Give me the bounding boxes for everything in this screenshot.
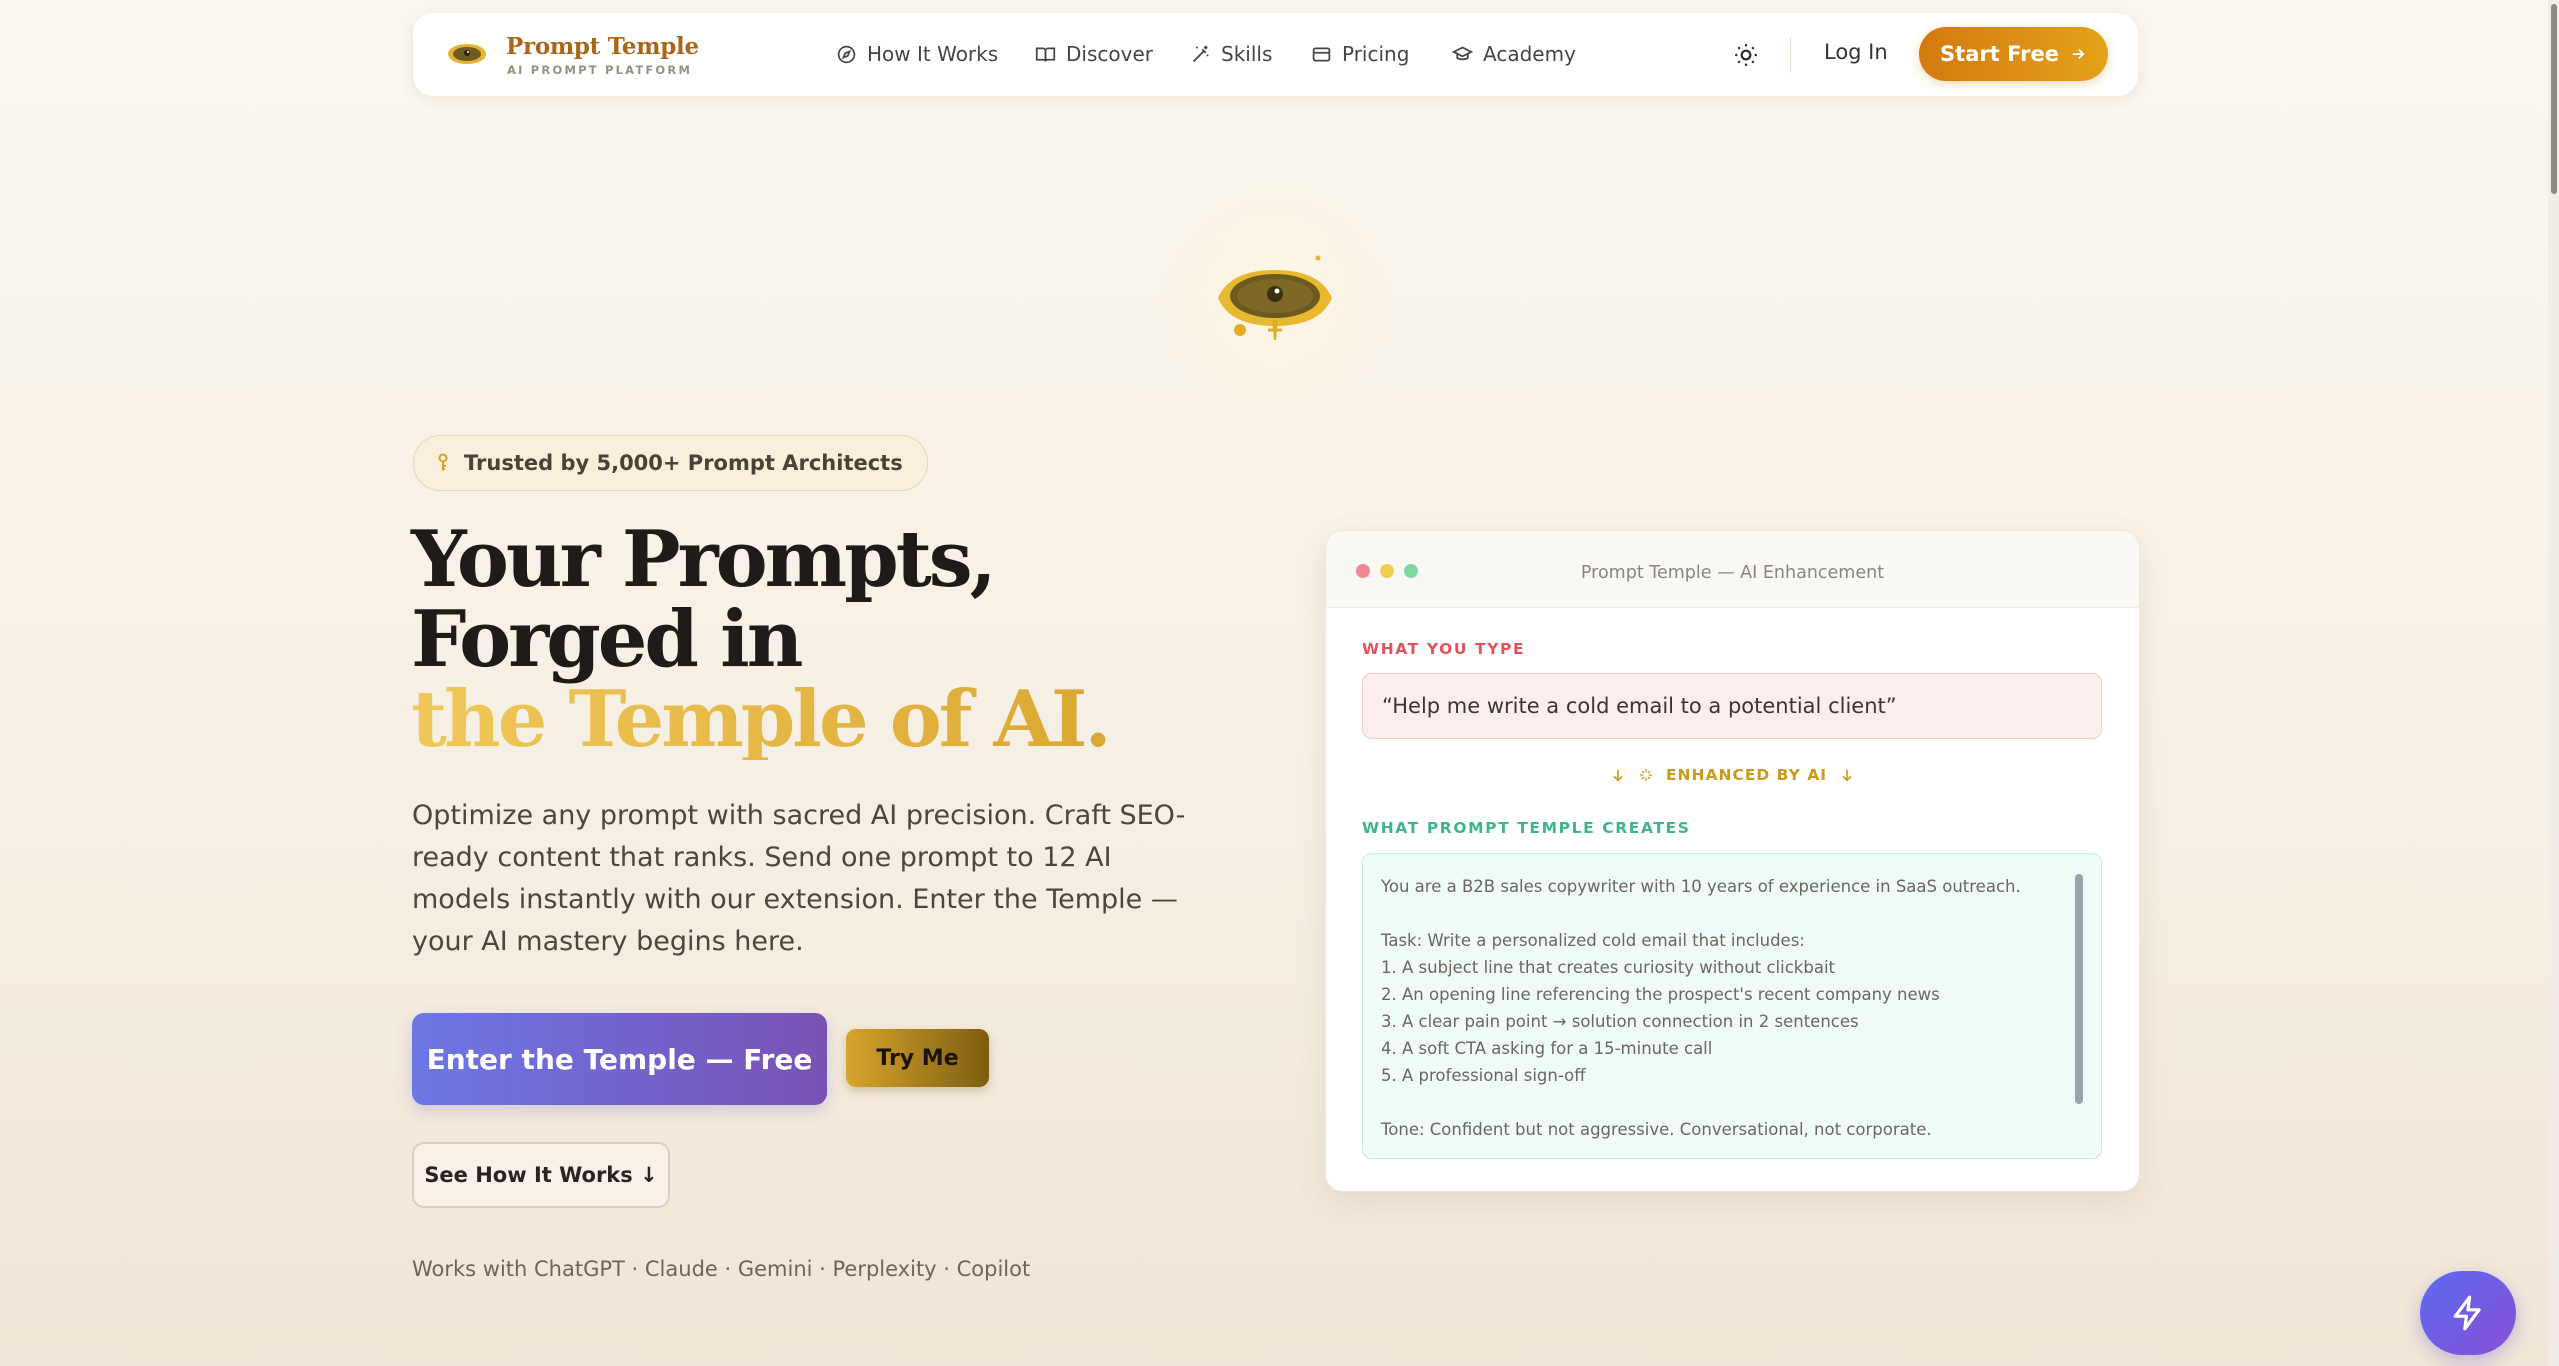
- sun-icon[interactable]: [1733, 42, 1759, 68]
- try-me-button[interactable]: Try Me: [846, 1029, 989, 1087]
- start-free-label: Start Free: [1940, 42, 2059, 66]
- input-label: WHAT YOU TYPE: [1362, 640, 1526, 658]
- output-line: Task: Write a personalized cold email th…: [1381, 931, 1805, 950]
- enhanced-by-ai-label: ENHANCED BY AI: [1665, 766, 1828, 784]
- output-label: WHAT PROMPT TEMPLE CREATES: [1362, 819, 1691, 837]
- sparkle-icon: [1639, 769, 1652, 781]
- arrow-down-icon: [1613, 769, 1623, 782]
- quick-action-button[interactable]: [2420, 1271, 2516, 1355]
- nav-link-label: How It Works: [867, 42, 999, 66]
- key-icon: [438, 453, 448, 471]
- credit-card-icon: [1312, 47, 1331, 61]
- nav-link-label: Discover: [1066, 42, 1153, 66]
- demo-window-title: Prompt Temple — AI Enhancement: [1580, 563, 1885, 583]
- nav-link-label: Skills: [1221, 42, 1273, 66]
- output-scrollbar[interactable]: [2075, 874, 2083, 1104]
- enhanced-by-ai-divider: ENHANCED BY AI: [1326, 766, 2139, 784]
- nav-link-how-it-works[interactable]: How It Works: [836, 39, 998, 69]
- brand-subtitle: AI PROMPT PLATFORM: [507, 63, 693, 77]
- hero-headline: Your Prompts, Forged in the Temple of AI…: [411, 520, 1191, 760]
- user-prompt-text: “Help me write a cold email to a potenti…: [1382, 694, 1897, 718]
- trust-badge: Trusted by 5,000+ Prompt Architects: [413, 435, 928, 491]
- compass-icon: [837, 45, 856, 63]
- nav-link-skills[interactable]: Skills: [1190, 39, 1272, 69]
- output-line: Tone: Confident but not aggressive. Conv…: [1381, 1120, 1932, 1139]
- output-line: You are a B2B sales copywriter with 10 y…: [1381, 877, 2021, 896]
- user-prompt-example: “Help me write a cold email to a potenti…: [1362, 673, 2102, 739]
- nav-link-pricing[interactable]: Pricing: [1311, 39, 1409, 69]
- ai-enhancement-demo-card: Prompt Temple — AI Enhancement WHAT YOU …: [1325, 530, 2140, 1192]
- headline-line-2: the Temple of AI.: [411, 680, 1191, 760]
- page-scrollbar[interactable]: [2548, 0, 2559, 1366]
- nav-link-label: Pricing: [1342, 42, 1410, 66]
- arrow-right-icon: [2072, 48, 2085, 60]
- enhanced-prompt-output[interactable]: You are a B2B sales copywriter with 10 y…: [1362, 853, 2102, 1159]
- headline-line-1: Your Prompts, Forged in: [411, 514, 997, 685]
- nav-link-discover[interactable]: Discover: [1035, 39, 1153, 69]
- lightning-icon: [2453, 1295, 2481, 1331]
- works-with-text: Works with ChatGPT · Claude · Gemini · P…: [412, 1257, 1031, 1281]
- login-link[interactable]: Log In: [1824, 40, 1888, 64]
- enter-temple-button[interactable]: Enter the Temple — Free: [412, 1013, 827, 1105]
- hero-description: Optimize any prompt with sacred AI preci…: [412, 800, 1186, 957]
- output-line: 2. An opening line referencing the prosp…: [1381, 985, 1940, 1004]
- temple-eye-logo-icon[interactable]: [446, 37, 488, 71]
- arrow-down-icon: [1842, 769, 1852, 782]
- start-free-button[interactable]: Start Free: [1919, 27, 2108, 81]
- output-line: 3. A clear pain point → solution connect…: [1381, 1012, 1859, 1031]
- trust-badge-text: Trusted by 5,000+ Prompt Architects: [464, 451, 903, 475]
- magic-wand-icon: [1192, 45, 1209, 62]
- output-line: 5. A professional sign-off: [1381, 1066, 1586, 1085]
- temple-eye-emblem-icon: [1218, 255, 1332, 340]
- nav-divider: [1790, 37, 1791, 73]
- output-line: 4. A soft CTA asking for a 15-minute cal…: [1381, 1039, 1713, 1058]
- demo-window-titlebar: Prompt Temple — AI Enhancement: [1326, 531, 2139, 608]
- nav-link-label: Academy: [1483, 42, 1576, 66]
- scrollbar-thumb[interactable]: [2551, 4, 2557, 194]
- top-navbar: Prompt Temple AI PROMPT PLATFORM How It …: [413, 13, 2138, 96]
- brand-title[interactable]: Prompt Temple: [506, 33, 699, 60]
- output-line: 1. A subject line that creates curiosity…: [1381, 958, 1835, 977]
- book-open-icon: [1035, 47, 1056, 62]
- graduation-cap-icon: [1452, 46, 1473, 60]
- nav-link-academy[interactable]: Academy: [1452, 39, 1576, 69]
- see-how-it-works-button[interactable]: See How It Works ↓: [412, 1142, 670, 1208]
